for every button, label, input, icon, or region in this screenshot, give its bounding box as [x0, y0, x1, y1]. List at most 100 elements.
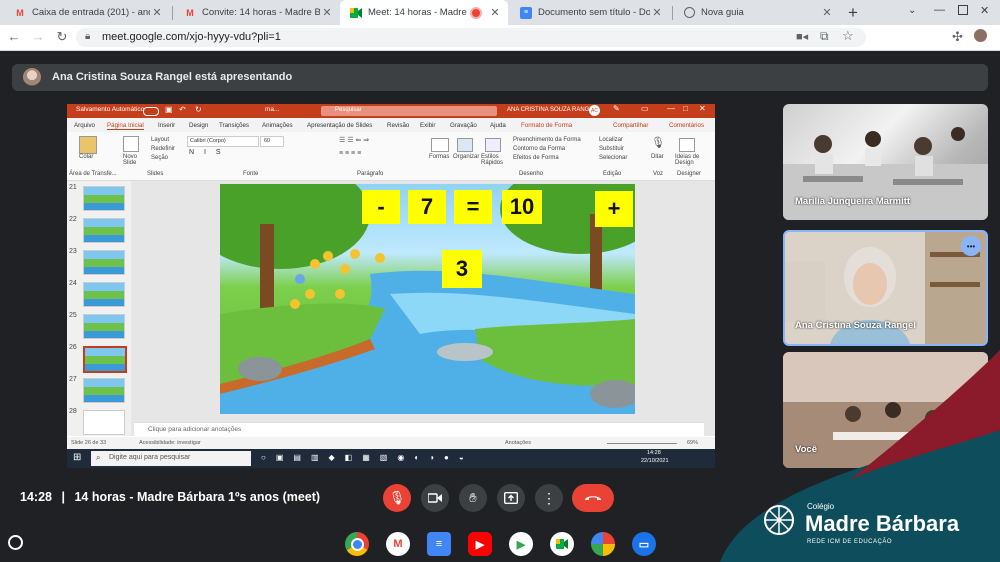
ppt-search-box[interactable]: Pesquisar: [321, 106, 497, 116]
slide-thumbnail[interactable]: [83, 314, 125, 339]
more-options-button[interactable]: •••: [961, 236, 981, 256]
end-call-button[interactable]: [572, 484, 614, 512]
launcher-icon[interactable]: [8, 535, 23, 550]
ribbon-tab[interactable]: Apresentação de Slides: [307, 122, 372, 129]
math-card[interactable]: 10: [502, 190, 542, 224]
ribbon-tab[interactable]: Revisão: [387, 122, 409, 129]
taskbar-search[interactable]: ⌕ Digite aqui para pesquisar: [91, 451, 251, 466]
ribbon-tab[interactable]: Arquivo: [74, 122, 95, 129]
notes-pane[interactable]: Clique para adicionar anotações: [134, 422, 704, 437]
tab-meet[interactable]: Meet: 14 horas - Madre Bárbara ✕: [340, 0, 508, 25]
reload-icon[interactable]: ↻: [54, 29, 70, 45]
maximize-icon[interactable]: □: [683, 104, 688, 113]
omnibox[interactable]: 🔒︎ meet.google.com/xjo-hyyy-vdu?pli=1 ■◂…: [76, 28, 866, 47]
slide-thumbnail-selected[interactable]: [83, 346, 127, 373]
ribbon-display-icon[interactable]: ▭: [641, 104, 649, 113]
paste-icon[interactable]: [79, 136, 97, 154]
maximize-icon[interactable]: [958, 5, 968, 15]
select-button[interactable]: Selecionar: [599, 155, 627, 161]
font-size-select[interactable]: 60: [260, 136, 284, 147]
ppt-user-avatar[interactable]: AC: [589, 105, 600, 116]
find-button[interactable]: Localizar: [599, 137, 623, 143]
present-button[interactable]: [497, 484, 525, 512]
back-icon[interactable]: ←: [6, 29, 22, 44]
math-card[interactable]: 3: [442, 250, 482, 288]
more-options-button[interactable]: ⋮: [535, 484, 563, 512]
zoom-level[interactable]: 69%: [687, 440, 698, 446]
redo-icon[interactable]: ↻: [195, 105, 202, 114]
math-card[interactable]: +: [595, 191, 633, 227]
math-card[interactable]: -: [362, 190, 400, 224]
tab-search-icon[interactable]: ⌄: [908, 5, 916, 16]
slide-thumbnail[interactable]: [83, 250, 125, 275]
forward-icon[interactable]: →: [30, 29, 46, 44]
participant-tile[interactable]: Marilia Junqueira Marmitt: [783, 104, 988, 220]
profile-avatar[interactable]: [974, 29, 987, 42]
close-icon[interactable]: ✕: [650, 6, 664, 19]
font-select[interactable]: Calibri (Corpo): [187, 136, 259, 147]
ribbon-tab[interactable]: Formato de Forma: [521, 122, 572, 129]
play-store-icon[interactable]: ▶: [509, 532, 533, 556]
close-icon[interactable]: ✕: [150, 6, 164, 19]
docs-icon[interactable]: ≡: [427, 532, 451, 556]
shape-effects-button[interactable]: Efeitos de Forma: [513, 155, 559, 161]
youtube-icon[interactable]: ▶: [468, 532, 492, 556]
ribbon-tab[interactable]: Ajuda: [490, 122, 506, 129]
meet-icon[interactable]: [550, 532, 574, 556]
zoom-slider[interactable]: [607, 443, 677, 444]
minimize-icon[interactable]: —: [667, 104, 675, 113]
quick-styles-icon[interactable]: [485, 138, 501, 152]
close-window-icon[interactable]: ✕: [980, 4, 989, 17]
close-icon[interactable]: ✕: [820, 6, 834, 19]
ribbon-tab[interactable]: Exibir: [420, 122, 435, 129]
mic-icon[interactable]: 🎙︎: [651, 136, 665, 149]
close-icon[interactable]: ✕: [488, 6, 502, 19]
notes-button[interactable]: Anotações: [505, 440, 531, 446]
shape-outline-button[interactable]: Contorno da Forma: [513, 146, 565, 152]
gmail-icon[interactable]: M: [386, 532, 410, 556]
font-format-buttons[interactable]: N I S: [189, 149, 225, 156]
slide-thumbnail[interactable]: [83, 218, 125, 243]
minimize-icon[interactable]: —: [934, 4, 945, 16]
chrome-icon[interactable]: [345, 532, 369, 556]
close-icon[interactable]: ✕: [699, 104, 706, 113]
undo-icon[interactable]: ↶: [179, 105, 186, 114]
windows-start-icon[interactable]: ⊞: [73, 452, 81, 463]
accessibility-status[interactable]: Acessibilidade: investigar: [139, 440, 201, 446]
new-tab-button[interactable]: +: [848, 3, 858, 23]
slide-thumbnail[interactable]: [83, 186, 125, 211]
messages-icon[interactable]: ▭: [632, 532, 656, 556]
close-icon[interactable]: ✕: [320, 6, 334, 19]
tab-gmail-inbox[interactable]: M Caixa de entrada (201) - andre ✕: [4, 0, 170, 25]
shapes-icon[interactable]: [431, 138, 449, 152]
mic-off-button[interactable]: 🎙︎: [383, 484, 411, 512]
ribbon-tab[interactable]: Gravação: [450, 122, 477, 129]
autosave-toggle[interactable]: [143, 107, 159, 116]
comments-button[interactable]: Comentários: [669, 122, 704, 129]
slide-thumbnail[interactable]: [83, 410, 125, 435]
camera-button[interactable]: [421, 484, 449, 512]
raise-hand-button[interactable]: ✋︎: [459, 484, 487, 512]
math-card[interactable]: =: [454, 190, 492, 224]
section-button[interactable]: Seção: [151, 155, 168, 161]
ribbon-tab[interactable]: Animações: [262, 122, 293, 129]
shape-fill-button[interactable]: Preenchimento da Forma: [513, 137, 581, 143]
tab-docs[interactable]: ≡ Documento sem título - Docum ✕: [510, 0, 670, 25]
participant-tile-active[interactable]: ••• Ana Cristina Souza Rangel: [783, 230, 988, 346]
ribbon-tab-active[interactable]: Página Inicial: [107, 122, 144, 130]
extensions-icon[interactable]: ✣: [952, 29, 963, 45]
slide-thumbnail[interactable]: [83, 378, 125, 403]
camera-indicator-icon[interactable]: ■◂: [796, 30, 808, 43]
slide-canvas[interactable]: - 7 = 10 + 3: [220, 184, 635, 414]
open-external-icon[interactable]: ⧉: [820, 29, 829, 44]
pen-icon[interactable]: ✎: [613, 104, 620, 113]
bullets-icon[interactable]: ☰ ☰ ⇐ ⇒: [339, 136, 369, 144]
designer-icon[interactable]: [679, 138, 695, 152]
photos-icon[interactable]: [591, 532, 615, 556]
tab-new-tab[interactable]: Nova guia ✕: [674, 0, 840, 25]
align-icon[interactable]: ≡ ≡ ≡ ≡: [339, 150, 361, 157]
reset-button[interactable]: Redefinir: [151, 146, 175, 152]
new-slide-icon[interactable]: [123, 136, 139, 152]
tab-gmail-invite[interactable]: M Convite: 14 horas - Madre Bárbara ✕: [174, 0, 340, 25]
layout-button[interactable]: Layout: [151, 137, 169, 143]
